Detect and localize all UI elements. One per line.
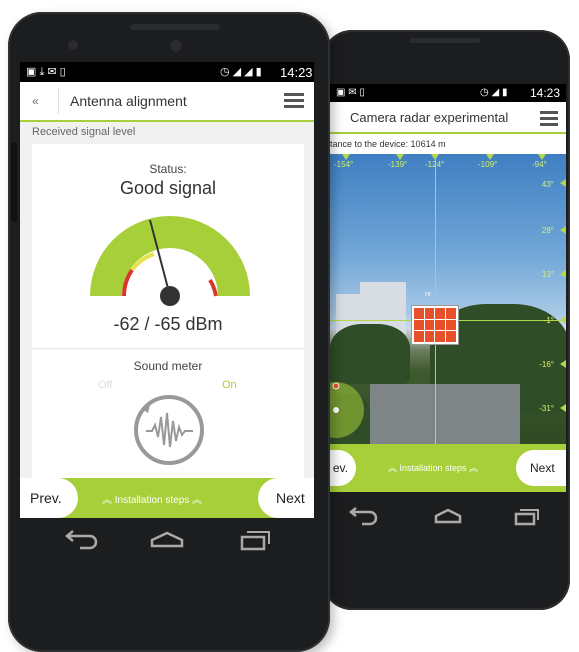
camera-lens [170, 40, 182, 52]
nav-recents-icon[interactable] [240, 531, 270, 551]
bottom-bar: Prev. ︽ Installation steps ︽ Next [20, 478, 314, 518]
tick-label: -16° [539, 360, 554, 369]
front-nav-bar [65, 530, 270, 551]
tick-marker [560, 270, 566, 278]
tick-marker [560, 179, 566, 187]
side-button [11, 142, 17, 222]
bottom-bar: ev. ︽ Installation steps ︽ Next [330, 444, 566, 492]
nav-home-icon[interactable] [150, 531, 184, 548]
signal-level-readout: -62 / -65 dBm [113, 314, 223, 334]
signal-gauge [90, 216, 250, 306]
status-caption: Status: [149, 162, 187, 176]
nav-back-icon[interactable] [348, 507, 378, 526]
compass-dial[interactable] [330, 374, 372, 444]
tick-label: 28° [541, 226, 554, 235]
double-chevron-left-icon[interactable]: « [32, 94, 39, 108]
status-value: Good signal [119, 178, 217, 198]
nav-recents-icon[interactable] [514, 509, 539, 526]
sound-meter-title: Sound meter [133, 359, 203, 373]
page-title: Camera radar experimental [350, 110, 509, 125]
installation-steps-button[interactable]: ︽ Installation steps ︽ [388, 461, 478, 474]
nav-home-icon[interactable] [434, 508, 462, 524]
tick-label: -94° [532, 160, 547, 169]
notification-icons: ▣ ✉ ▯ [336, 87, 365, 98]
back-nav-bar [348, 507, 539, 526]
speaker-grille [130, 24, 220, 30]
sound-meter-card: Sound meter Off On [32, 348, 304, 479]
camera-view[interactable]: -154° -139° -124° -109° -94° 43° 28° 13°… [330, 154, 566, 444]
divider [58, 88, 59, 114]
content-area: Received signal level Status: Good signa… [20, 122, 314, 479]
sound-wave-icon[interactable] [132, 393, 206, 467]
building [360, 282, 406, 296]
sound-on-option[interactable]: On [222, 379, 237, 391]
section-label: Received signal level [32, 126, 136, 138]
tick-label: -1° [543, 316, 554, 325]
target-label: rx [425, 291, 431, 298]
tick-label: 43° [541, 180, 554, 189]
hamburger-menu-icon[interactable] [284, 93, 304, 111]
front-phone-screen: ▣ ⤓ ✉ ▯ ◷ ◢ ◢ ▮ 14:23 « Antenna alignmen… [20, 62, 314, 518]
tick-label: -124° [425, 160, 445, 169]
signal-icons: ◷ ◢ ◢ ▮ [220, 66, 262, 78]
tick-marker [560, 316, 566, 324]
status-time: 14:23 [280, 65, 313, 80]
sound-off-option[interactable]: Off [98, 379, 112, 391]
tick-marker [560, 226, 566, 234]
parking-lot [370, 384, 520, 444]
azimuth-line [435, 154, 436, 444]
installation-steps-button[interactable]: ︽ Installation steps ︽ [102, 491, 202, 506]
tick-label: 13° [541, 270, 554, 279]
tick-marker [560, 360, 566, 368]
hamburger-menu-icon[interactable] [540, 111, 558, 129]
signal-card: Status: Good signal -62 / -65 dBm [32, 144, 304, 348]
target-marker[interactable] [412, 306, 458, 344]
status-bar: ▣ ⤓ ✉ ▯ ◷ ◢ ◢ ▮ 14:23 [20, 62, 314, 82]
tick-label: -109° [478, 160, 498, 169]
sensor [68, 40, 78, 50]
status-time: 14:23 [530, 86, 561, 100]
tick-label: -154° [334, 160, 354, 169]
speaker-grille [410, 38, 480, 43]
distance-readout: tance to the device: 10614 m [330, 134, 566, 154]
status-bar: ▣ ✉ ▯ ◷ ◢ ▮ 14:23 [330, 84, 566, 102]
next-button[interactable]: Next [516, 450, 566, 486]
tick-label: -139° [388, 160, 408, 169]
prev-button[interactable]: Prev. [20, 478, 78, 518]
notification-icons: ▣ ⤓ ✉ ▯ [26, 66, 66, 78]
nav-back-icon[interactable] [65, 530, 98, 550]
page-title: Antenna alignment [70, 93, 187, 109]
signal-icons: ◷ ◢ ▮ [480, 87, 508, 98]
tick-label: -31° [539, 404, 554, 413]
app-bar: Camera radar experimental [330, 102, 566, 134]
tick-marker [560, 404, 566, 412]
app-bar: « Antenna alignment [20, 82, 314, 122]
back-phone-screen: ▣ ✉ ▯ ◷ ◢ ▮ 14:23 Camera radar experimen… [330, 84, 566, 492]
prev-button[interactable]: ev. [330, 450, 356, 486]
next-button[interactable]: Next [258, 478, 314, 518]
